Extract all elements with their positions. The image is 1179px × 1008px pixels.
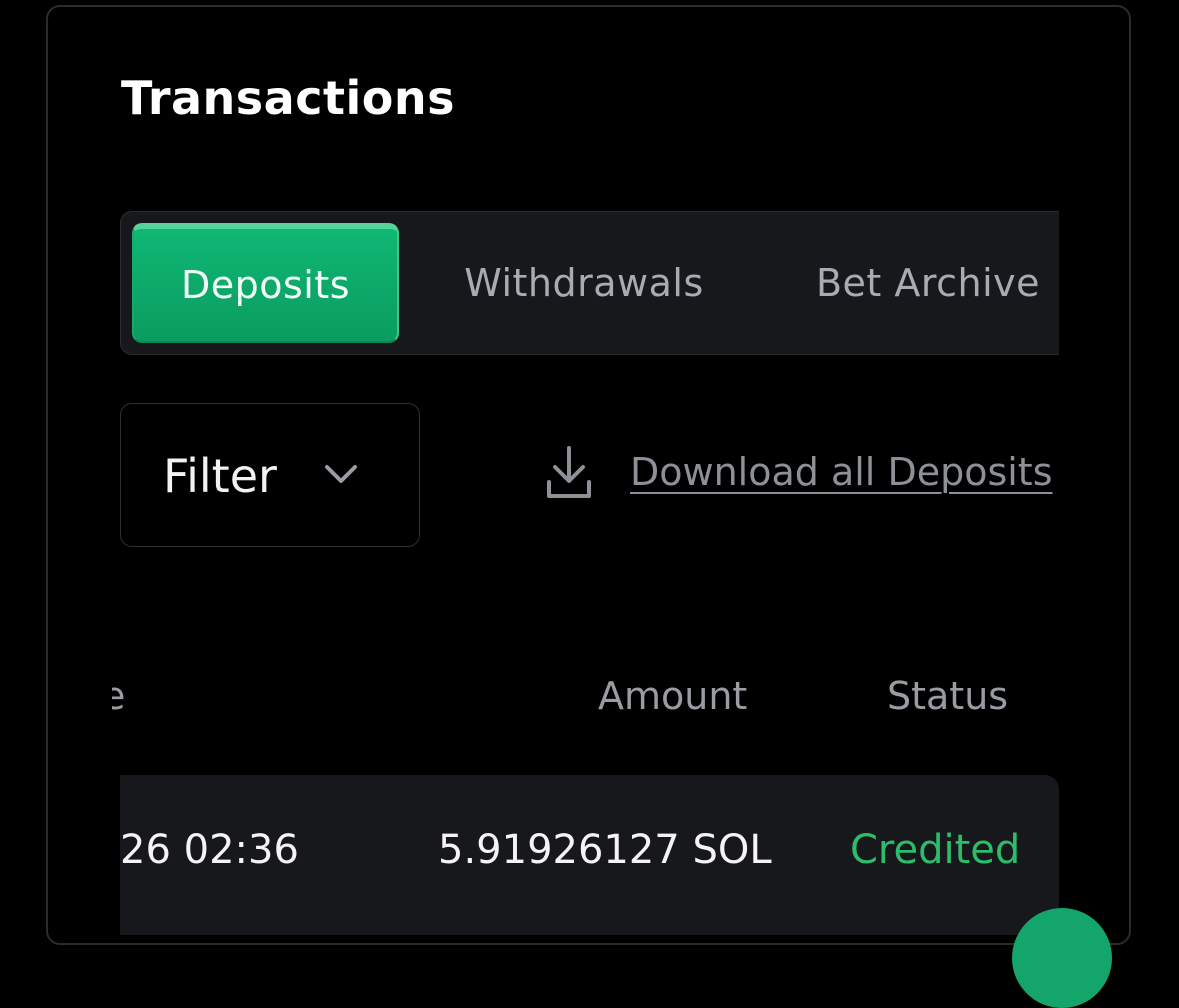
tab-bet-archive[interactable]: Bet Archive xyxy=(793,223,1059,343)
column-header-date: e xyxy=(112,674,126,718)
row-date: 26 02:36 xyxy=(120,827,299,873)
floating-action-button[interactable] xyxy=(1012,908,1112,1008)
filter-label: Filter xyxy=(163,449,277,503)
filter-dropdown[interactable]: Filter xyxy=(120,403,420,547)
chevron-down-icon xyxy=(325,465,357,483)
tab-withdrawals[interactable]: Withdrawals xyxy=(439,223,729,343)
table-row[interactable]: 26 02:36 5.91926127 SOL Credited xyxy=(120,775,1059,935)
row-status: Credited xyxy=(850,827,1021,873)
row-amount: 5.91926127 SOL xyxy=(438,827,772,873)
column-header-amount: Amount xyxy=(598,674,748,718)
column-header-status: Status xyxy=(887,674,1009,718)
download-all-deposits-link[interactable]: Download all Deposits xyxy=(630,448,1053,496)
download-icon[interactable] xyxy=(545,446,593,500)
page-title: Transactions xyxy=(121,71,455,125)
transaction-tabs: Deposits Withdrawals Bet Archive xyxy=(120,211,1059,355)
tab-deposits[interactable]: Deposits xyxy=(132,223,399,343)
